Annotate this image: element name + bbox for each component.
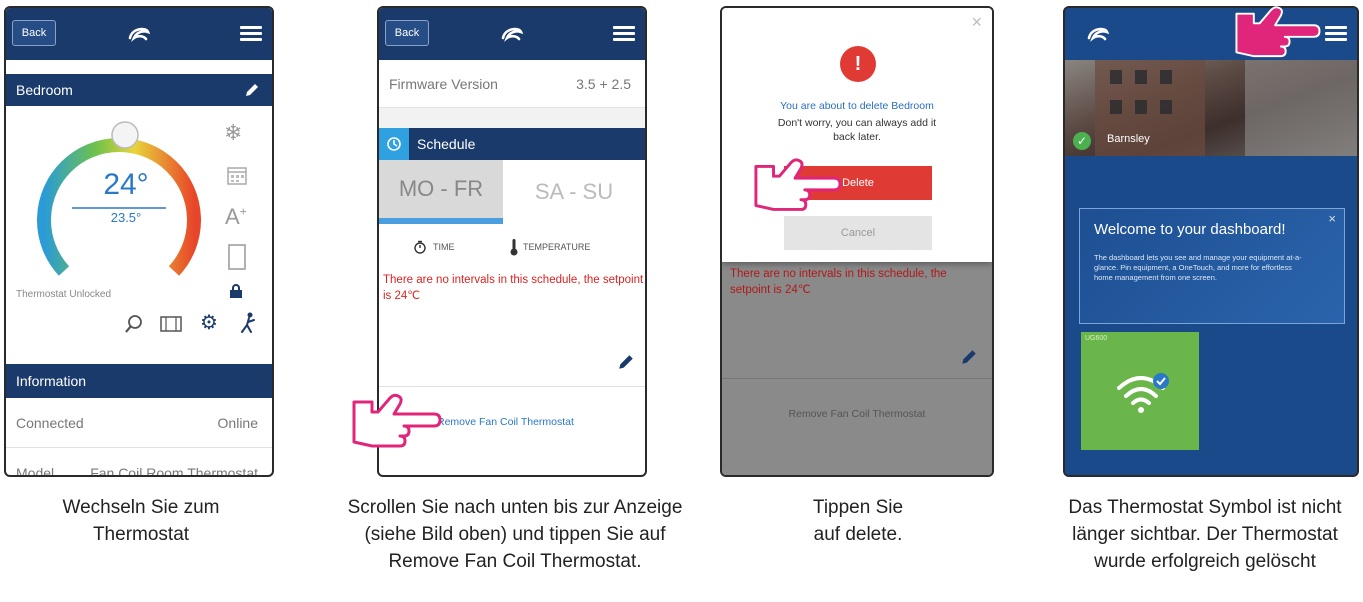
lock-icon[interactable] [229, 284, 243, 298]
back-button[interactable]: Back [385, 20, 429, 46]
caption-step-4: Das Thermostat Symbol ist nicht länger s… [1068, 497, 1342, 572]
back-button[interactable]: Back [12, 20, 56, 46]
temperature-column: TEMPERATURE [509, 238, 590, 256]
menu-icon[interactable] [613, 26, 635, 42]
cancel-button[interactable]: Cancel [784, 216, 932, 250]
current-temperature: 24° [103, 168, 149, 201]
firmware-value: 3.5 + 2.5 [576, 75, 631, 92]
location-photo[interactable]: ✓ Barnsley [1065, 60, 1357, 156]
person-away-icon[interactable] [239, 312, 257, 334]
edit-pencil-icon [962, 350, 976, 364]
salus-logo-icon [501, 27, 524, 42]
model-label: Model [16, 465, 55, 477]
menu-icon[interactable] [240, 26, 262, 42]
phone-screen-thermostat: Back Bedroom 24° 23.5° ❄ A+ Thermostat U… [4, 6, 274, 477]
stopwatch-icon [414, 240, 426, 254]
device-tile[interactable]: UG600 [1081, 332, 1199, 450]
alert-icon: ! [840, 46, 876, 82]
no-intervals-message: There are no intervals in this schedule,… [383, 274, 644, 302]
film-icon[interactable] [160, 316, 182, 332]
edit-pencil-icon[interactable] [244, 82, 260, 98]
pointing-hand-icon [1235, 6, 1321, 58]
caption-step-1: Wechseln Sie zum Thermostat [62, 497, 220, 545]
background-remove-link: Remove Fan Coil Thermostat [788, 408, 926, 420]
search-zoom-icon[interactable] [124, 314, 144, 334]
tab-weekdays[interactable]: MO - FR [379, 160, 503, 224]
phone-screen-delete-dialog: There are no intervals in this schedule,… [720, 6, 994, 477]
firmware-label: Firmware Version [389, 75, 498, 92]
welcome-body: The dashboard lets you see and manage yo… [1094, 253, 1302, 282]
caption-step-3: Tippen Sie auf delete. [812, 497, 904, 545]
phone-screen-dashboard: ✓ Barnsley × Welcome to your dashboard! … [1063, 6, 1359, 477]
salus-logo-icon [1087, 27, 1110, 42]
information-header: Information [6, 364, 272, 398]
tile-label: UG600 [1085, 335, 1108, 342]
setpoint-temperature: 23.5° [110, 210, 142, 225]
tab-weekend[interactable]: SA - SU [503, 160, 645, 224]
settings-gear-icon[interactable]: ⚙ [200, 310, 218, 335]
menu-icon[interactable] [1325, 26, 1347, 42]
dialog-title: You are about to delete Bedroom [780, 100, 934, 112]
delete-dialog: × ! You are about to delete Bedroom Don'… [722, 8, 992, 262]
close-icon[interactable]: × [971, 12, 982, 33]
lock-status-text: Thermostat Unlocked [16, 289, 112, 300]
top-navbar: Back [379, 8, 645, 60]
room-header: Bedroom [6, 74, 272, 106]
room-name: Bedroom [16, 82, 73, 98]
connected-label: Connected [16, 414, 84, 431]
auto-mode-icon[interactable]: A+ [225, 204, 247, 230]
remove-thermostat-link[interactable]: Remove Fan Coil Thermostat [437, 416, 574, 428]
snowflake-icon[interactable]: ❄ [224, 120, 242, 146]
edit-pencil-icon[interactable] [617, 353, 635, 371]
schedule-title: Schedule [417, 136, 476, 152]
pointing-hand-icon [754, 158, 842, 211]
firmware-row: Firmware Version 3.5 + 2.5 [379, 60, 645, 108]
connected-value: Online [217, 414, 258, 431]
location-name: Barnsley [1107, 133, 1150, 145]
welcome-card: × Welcome to your dashboard! The dashboa… [1079, 208, 1345, 324]
background-warning-text: There are no intervals in this schedule,… [730, 268, 947, 296]
time-column: TIME [413, 240, 455, 254]
pointing-hand-icon [352, 393, 442, 448]
caption-step-2: Scrollen Sie nach unten bis zur Anzeige … [347, 497, 683, 572]
thermometer-icon [510, 239, 518, 256]
status-check-icon: ✓ [1073, 132, 1091, 150]
top-navbar: Back [6, 8, 272, 60]
calendar-icon[interactable] [226, 164, 248, 186]
welcome-title: Welcome to your dashboard! [1094, 221, 1286, 238]
model-value: Fan Coil Room Thermostat [90, 465, 258, 477]
dialog-message: Don't worry, you can always add it back … [777, 117, 937, 143]
schedule-header: Schedule [379, 128, 645, 160]
wifi-icon [1117, 373, 1169, 413]
door-icon[interactable] [228, 244, 246, 270]
salus-logo-icon [128, 27, 151, 42]
welcome-close-icon[interactable]: × [1328, 211, 1336, 226]
clock-icon [379, 128, 409, 160]
connected-row: Connected Online [6, 398, 272, 448]
model-row: Model Fan Coil Room Thermostat [6, 448, 272, 477]
